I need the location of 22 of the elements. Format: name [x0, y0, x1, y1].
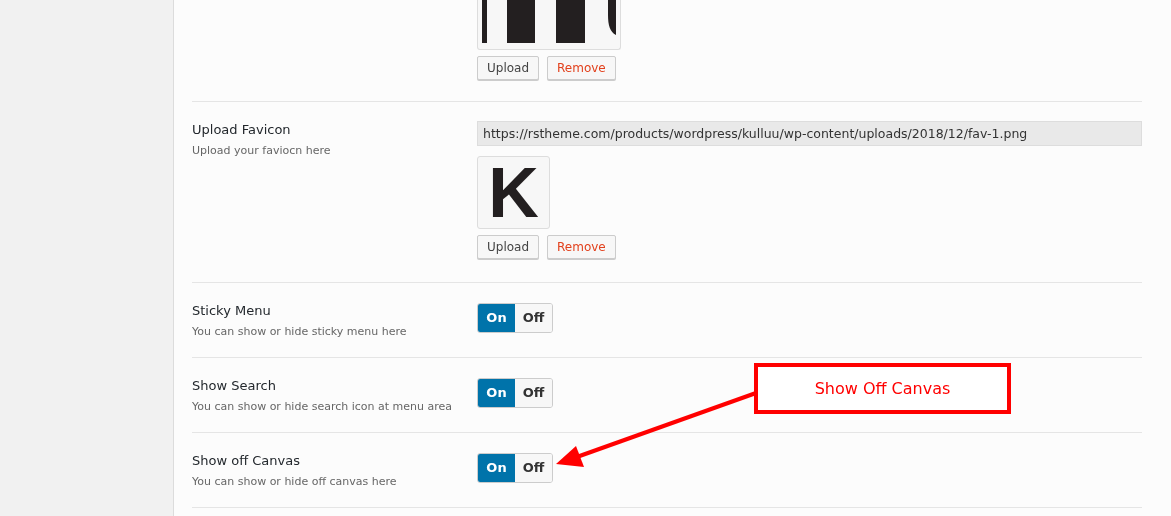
setting-title: Upload Favicon [192, 121, 292, 139]
toggle-option[interactable]: Off [515, 379, 552, 407]
setting-title: Sticky Menu [192, 302, 272, 320]
setting-description: You can show or hide search icon at menu area [192, 399, 453, 415]
remove-button[interactable]: Remove [547, 56, 616, 80]
setting-description: Upload your faviocn here [192, 143, 332, 159]
setting-title: Show Search [192, 377, 277, 395]
setting-title: Show off Canvas [192, 452, 301, 470]
setting-description: You can show or hide off canvas here [192, 474, 398, 490]
url-input-field[interactable]: https://rstheme.com/products/wordpress/kulluu/wp-content/uploads/2018/12/fav-1.png [477, 121, 1142, 146]
toggle-option[interactable]: Off [515, 304, 552, 332]
favicon-preview: K [477, 156, 550, 229]
logo-preview-icon [482, 0, 616, 44]
upload-button[interactable]: Upload [477, 56, 540, 80]
setting-description: You can show or hide sticky menu here [192, 324, 408, 340]
annotation-callout: Show Off Canvas [754, 363, 1011, 414]
upload-button[interactable]: Upload [477, 235, 540, 259]
toggle-option[interactable]: On [478, 304, 515, 332]
remove-button[interactable]: Remove [547, 235, 616, 259]
toggle-option[interactable]: On [478, 454, 515, 482]
toggle-option[interactable]: Off [515, 454, 552, 482]
toggle-option[interactable]: On [478, 379, 515, 407]
